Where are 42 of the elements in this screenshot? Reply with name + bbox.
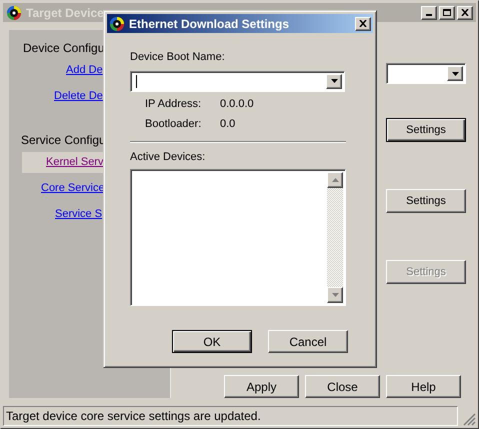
dropdown-button[interactable]: [447, 66, 463, 81]
sidebar-item[interactable]: Delete De: [54, 86, 103, 107]
info-value: 0.0.0.0: [220, 96, 254, 112]
scrollbar[interactable]: [327, 172, 343, 303]
dialog-action-button[interactable]: Apply: [224, 375, 299, 398]
close-icon: [461, 9, 469, 16]
info-label: Bootloader:: [145, 117, 202, 132]
settings-button[interactable]: Settings: [386, 118, 466, 142]
active-devices-list[interactable]: [130, 169, 346, 306]
scroll-down-button[interactable]: [327, 287, 343, 303]
minimize-button[interactable]: [421, 6, 437, 20]
section-heading: Device Configu: [23, 40, 104, 57]
info-value: 0.0: [220, 117, 236, 132]
maximize-icon: [443, 9, 451, 16]
close-icon: [359, 20, 367, 27]
status-text: Target device core service settings are updated.: [6, 408, 261, 425]
settings-button[interactable]: Settings: [386, 189, 466, 213]
close-button[interactable]: [355, 16, 371, 30]
dialog-action-button[interactable]: Close: [305, 375, 380, 398]
info-label: IP Address:: [145, 96, 202, 112]
text-cursor: [136, 74, 137, 88]
sidebar-item[interactable]: Service S: [55, 204, 102, 225]
dropdown-arrow-icon: [452, 72, 458, 76]
app-logo-icon: [6, 4, 22, 20]
dialog-title: Ethernet Download Settings: [129, 16, 290, 32]
resize-grip-icon: [462, 412, 476, 426]
up-arrow-icon: [332, 178, 338, 182]
app-logo-icon: [109, 16, 125, 32]
boot-name-label: Device Boot Name:: [130, 50, 226, 65]
maximize-button[interactable]: [439, 6, 455, 20]
dropdown-button[interactable]: [326, 74, 342, 88]
down-arrow-icon: [332, 293, 338, 297]
dropdown-field[interactable]: [386, 63, 466, 84]
dialog-action-button[interactable]: Help: [386, 375, 461, 398]
dialog-button[interactable]: OK: [172, 330, 252, 353]
dialog-button[interactable]: Cancel: [268, 330, 348, 353]
dropdown-arrow-icon: [330, 79, 338, 83]
sidebar-item[interactable]: Add De: [66, 60, 103, 81]
scroll-up-button[interactable]: [327, 172, 343, 188]
boot-name-combo[interactable]: [130, 70, 345, 92]
sidebar-item[interactable]: Core Service: [41, 178, 105, 199]
close-button[interactable]: [457, 6, 473, 20]
